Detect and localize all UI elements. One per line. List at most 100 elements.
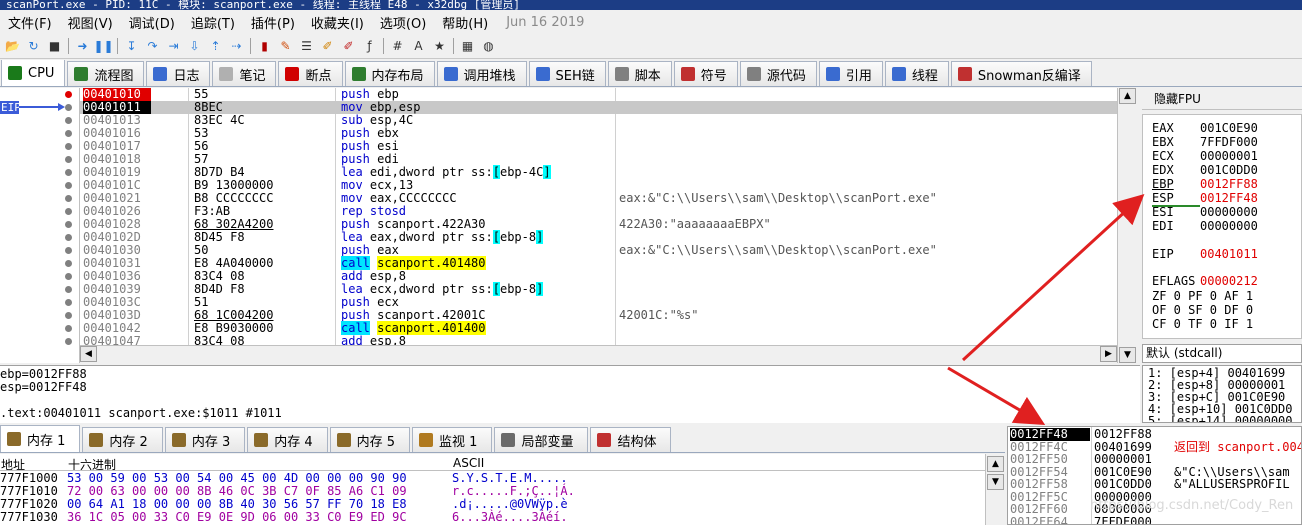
line-dot-icon[interactable]: [65, 169, 72, 176]
dump-tab-4[interactable]: 内存 5: [329, 427, 411, 452]
register-panel[interactable]: EAX 001C0E90 EBX 7FFDF000 ECX 00000001 EDX 001C…: [1142, 114, 1302, 339]
register-value[interactable]: 001C0E90: [1200, 121, 1258, 135]
run-to-user-code-icon[interactable]: ⇢: [228, 38, 245, 55]
line-dot-icon[interactable]: [65, 286, 72, 293]
line-dot-icon[interactable]: [65, 325, 72, 332]
scroll-right-icon[interactable]: ▶: [1100, 346, 1117, 362]
line-dot-icon[interactable]: [65, 182, 72, 189]
bookmark-icon[interactable]: ✐: [340, 38, 357, 55]
stack-address[interactable]: 0012FF60: [1010, 503, 1090, 516]
tab-4[interactable]: 断点: [278, 61, 343, 86]
flags-row[interactable]: CF 0 TF 0 IF 1: [1152, 317, 1253, 331]
line-dot-icon[interactable]: [65, 130, 72, 137]
disasm-row[interactable]: 00401017 56 push esi: [80, 140, 1117, 153]
memory-dump-view[interactable]: 地址 十六进制 ASCII 777F1000 53 00 59 00 53 00 …: [0, 454, 1005, 525]
dump-tab-3[interactable]: 内存 4: [247, 427, 328, 452]
call-convention-select[interactable]: 默认 (stdcall): [1142, 344, 1302, 363]
disassembly-view[interactable]: 00401010 55 push ebp 00401011 8BEC mov ebp,es…: [80, 88, 1117, 345]
tab-13[interactable]: Snowman反编译: [950, 61, 1092, 86]
help-icon[interactable]: ◍: [480, 38, 497, 55]
dump-row[interactable]: 777F1030 36 1C 05 00 33 C0 E9 0E 9D 06 00…: [0, 511, 985, 524]
line-dot-icon[interactable]: [65, 273, 72, 280]
disasm-gutter[interactable]: [0, 88, 80, 363]
tab-0[interactable]: CPU: [1, 60, 66, 86]
open-icon[interactable]: 📂: [4, 38, 21, 55]
menu-item[interactable]: 文件(F): [0, 13, 60, 32]
stack-address[interactable]: 0012FF58: [1010, 478, 1090, 491]
menu-item[interactable]: 插件(P): [243, 13, 303, 32]
run-icon[interactable]: ➜: [74, 38, 91, 55]
register-ecx[interactable]: ECX 00000001: [1152, 149, 1258, 163]
menu-item[interactable]: 调试(D): [121, 13, 183, 32]
dump-tab-5[interactable]: 监视 1: [412, 427, 493, 452]
favorite-icon[interactable]: ★: [431, 38, 448, 55]
line-dot-icon[interactable]: [65, 143, 72, 150]
dump-scroll-up-icon[interactable]: ▲: [987, 456, 1004, 472]
register-eip[interactable]: EIP 00401011: [1152, 247, 1258, 261]
flags-row[interactable]: OF 0 SF 0 DF 0: [1152, 303, 1253, 317]
register-eflags[interactable]: EFLAGS 00000212: [1152, 274, 1258, 288]
call-args-panel[interactable]: 1: [esp+4] 00401699 2: [esp+8] 00000001 3:…: [1142, 365, 1302, 423]
line-dot-icon[interactable]: [65, 117, 72, 124]
dump-scroll-down-icon[interactable]: ▼: [987, 474, 1004, 490]
flags-row[interactable]: ZF 0 PF 0 AF 1: [1152, 289, 1253, 303]
tab-10[interactable]: 源代码: [739, 61, 817, 86]
execute-till-return-icon[interactable]: ⇡: [207, 38, 224, 55]
stack-value[interactable]: 00000001: [1094, 453, 1152, 466]
disasm-row[interactable]: 00401013 83EC 4C sub esp,4C: [80, 114, 1117, 127]
stack-value[interactable]: 001C0DD0: [1094, 478, 1152, 491]
trace-over-icon[interactable]: ⇩: [186, 38, 203, 55]
disasm-row[interactable]: 0040102D 8D45 F8 lea eax,dword ptr ss:[ebp…: [80, 230, 1117, 244]
line-dot-icon[interactable]: [65, 221, 72, 228]
tab-9[interactable]: 符号: [673, 61, 738, 86]
step-over-icon[interactable]: ↷: [144, 38, 161, 55]
hide-fpu-button[interactable]: 隐藏FPU: [1142, 88, 1302, 110]
tab-5[interactable]: 内存布局: [344, 61, 435, 86]
tab-2[interactable]: 日志: [146, 61, 211, 86]
register-edi[interactable]: EDI 00000000: [1152, 219, 1258, 233]
line-dot-icon[interactable]: [65, 234, 72, 241]
line-dot-icon[interactable]: [65, 338, 72, 345]
tab-6[interactable]: 调用堆栈: [436, 61, 527, 86]
menu-item[interactable]: 追踪(T): [183, 13, 243, 32]
dump-tab-7[interactable]: 结构体: [590, 427, 672, 452]
register-eax[interactable]: EAX 001C0E90: [1152, 121, 1258, 135]
dump-ascii[interactable]: 6...3Àé....3Àéí.: [452, 511, 592, 524]
register-edx[interactable]: EDX 001C0DD0: [1152, 163, 1258, 177]
line-dot-icon[interactable]: [65, 104, 72, 111]
pause-icon[interactable]: ❚❚: [93, 38, 113, 55]
tab-7[interactable]: SEH链: [528, 61, 606, 86]
register-value[interactable]: 00000000: [1200, 205, 1258, 219]
hash-icon[interactable]: #: [389, 38, 406, 55]
script-icon[interactable]: ▮: [256, 38, 273, 55]
disasm-row[interactable]: 00401010 55 push ebp: [80, 88, 1117, 101]
line-dot-icon[interactable]: [65, 299, 72, 306]
register-value[interactable]: 7FFDF000: [1200, 135, 1258, 149]
label-icon[interactable]: ✐: [319, 38, 336, 55]
scroll-left-icon[interactable]: ◀: [80, 346, 97, 362]
trace-into-icon[interactable]: ⇥: [165, 38, 182, 55]
stack-value[interactable]: 0012FF88: [1094, 428, 1152, 441]
tab-12[interactable]: 线程: [884, 61, 949, 86]
disasm-row[interactable]: 00401047 83C4 08 add esp,8: [80, 335, 1117, 346]
register-value[interactable]: 00000001: [1200, 149, 1258, 163]
line-dot-icon[interactable]: [65, 312, 72, 319]
dump-hex[interactable]: 36 1C 05 00 33 C0 E9 0E 9D 06 00 33 C0 E…: [67, 511, 447, 524]
menu-item[interactable]: 选项(O): [372, 13, 434, 32]
line-dot-icon[interactable]: [65, 208, 72, 215]
disasm-vertical-scrollbar[interactable]: ▲ ▼: [1117, 88, 1138, 363]
step-into-icon[interactable]: ↧: [123, 38, 140, 55]
register-value[interactable]: 00000212: [1200, 274, 1258, 288]
comment-icon[interactable]: ☰: [298, 38, 315, 55]
register-ebx[interactable]: EBX 7FFDF000: [1152, 135, 1258, 149]
menu-item[interactable]: 收藏夹(I): [303, 13, 372, 32]
register-esi[interactable]: ESI 00000000: [1152, 205, 1258, 219]
line-dot-icon[interactable]: [65, 195, 72, 202]
breakpoint-dot-icon[interactable]: [65, 91, 72, 98]
tab-11[interactable]: 引用: [818, 61, 883, 86]
menu-item[interactable]: 视图(V): [60, 13, 121, 32]
menu-item[interactable]: 帮助(H): [434, 13, 496, 32]
disasm-row[interactable]: 00401021 B8 CCCCCCCC mov eax,CCCCCCCC eax:&…: [80, 192, 1117, 205]
disasm-row[interactable]: 00401016 53 push ebx: [80, 127, 1117, 140]
disasm-row[interactable]: 00401039 8D4D F8 lea ecx,dword ptr ss:[ebp…: [80, 282, 1117, 296]
